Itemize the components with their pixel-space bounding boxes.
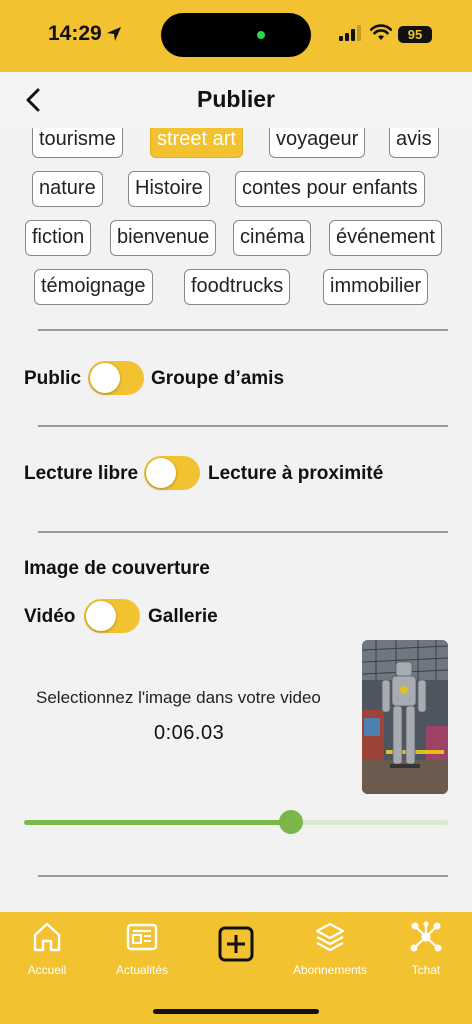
network-icon <box>410 921 442 952</box>
nav-news-label: Actualités <box>115 963 169 977</box>
divider <box>38 875 448 877</box>
nav-add-button[interactable] <box>218 926 254 967</box>
toggle-knob <box>146 458 176 488</box>
tag-list: tourisme street art voyageur avis nature… <box>0 128 472 308</box>
tag-chip[interactable]: voyageur <box>269 128 366 158</box>
nav-chat-label: Tchat <box>411 963 441 977</box>
robot-sculpture-image <box>362 640 448 794</box>
frame-select-hint: Selectionnez l'image dans votre video <box>36 688 321 707</box>
cover-left-label: Vidéo <box>24 606 76 627</box>
signal-icon <box>339 25 361 41</box>
app-header: Publier <box>0 72 472 128</box>
nav-subscriptions-label: Abonnements <box>292 963 368 977</box>
tag-chip[interactable]: témoignage <box>34 269 153 305</box>
dynamic-island <box>161 13 311 57</box>
nav-home[interactable]: Accueil <box>18 920 76 977</box>
tag-chip[interactable]: tourisme <box>32 128 123 158</box>
news-icon <box>126 923 158 951</box>
tag-chip[interactable]: contes pour enfants <box>235 171 425 207</box>
add-icon <box>218 926 254 962</box>
tag-chip[interactable]: fiction <box>25 220 92 256</box>
cover-section-title: Image de couverture <box>24 558 210 579</box>
privacy-toggle[interactable] <box>88 361 144 395</box>
nav-subscriptions[interactable]: Abonnements <box>288 920 372 977</box>
home-icon <box>33 922 61 952</box>
privacy-right-label: Groupe d’amis <box>151 368 285 389</box>
timecode: 0:06.03 <box>154 722 225 744</box>
layers-icon <box>315 922 345 952</box>
frame-slider-thumb[interactable] <box>279 810 304 834</box>
battery-indicator: 95 <box>398 26 432 43</box>
nav-news[interactable]: Actualités <box>108 920 176 977</box>
reading-left-label: Lecture libre <box>24 463 139 484</box>
reading-toggle[interactable] <box>144 456 200 490</box>
toggle-knob <box>86 601 116 631</box>
status-bar: 14:29 95 <box>0 0 472 72</box>
toggle-knob <box>90 363 120 393</box>
tag-chip[interactable]: événement <box>329 220 442 256</box>
cover-right-label: Gallerie <box>148 606 218 627</box>
tag-chip[interactable]: cinéma <box>233 220 312 256</box>
page-title: Publier <box>197 86 275 112</box>
privacy-left-label: Public <box>24 368 82 389</box>
cover-thumbnail <box>362 640 448 794</box>
location-arrow-icon <box>107 27 121 41</box>
divider <box>38 531 448 533</box>
home-indicator <box>153 1009 319 1014</box>
status-time: 14:29 <box>48 22 102 45</box>
cover-source-toggle[interactable] <box>84 599 140 633</box>
reading-right-label: Lecture à proximité <box>208 463 384 484</box>
tag-chip[interactable]: bienvenue <box>110 220 217 256</box>
tag-chip[interactable]: nature <box>32 171 103 207</box>
tag-chip[interactable]: avis <box>389 128 439 158</box>
frame-slider-track[interactable] <box>24 810 448 834</box>
nav-chat[interactable]: Tchat <box>404 920 448 977</box>
nav-home-label: Accueil <box>27 963 67 977</box>
divider <box>38 329 448 331</box>
wifi-icon <box>370 24 392 40</box>
divider <box>38 425 448 427</box>
camera-indicator <box>257 31 265 39</box>
tag-chip-selected[interactable]: street art <box>150 128 243 158</box>
tag-chip[interactable]: Histoire <box>128 171 210 207</box>
tag-chip[interactable]: immobilier <box>323 269 429 305</box>
bottom-nav: Accueil Actualités Abonnements Tchat <box>0 912 472 1024</box>
frame-slider-fill <box>24 820 292 825</box>
tag-chip[interactable]: foodtrucks <box>184 269 291 305</box>
